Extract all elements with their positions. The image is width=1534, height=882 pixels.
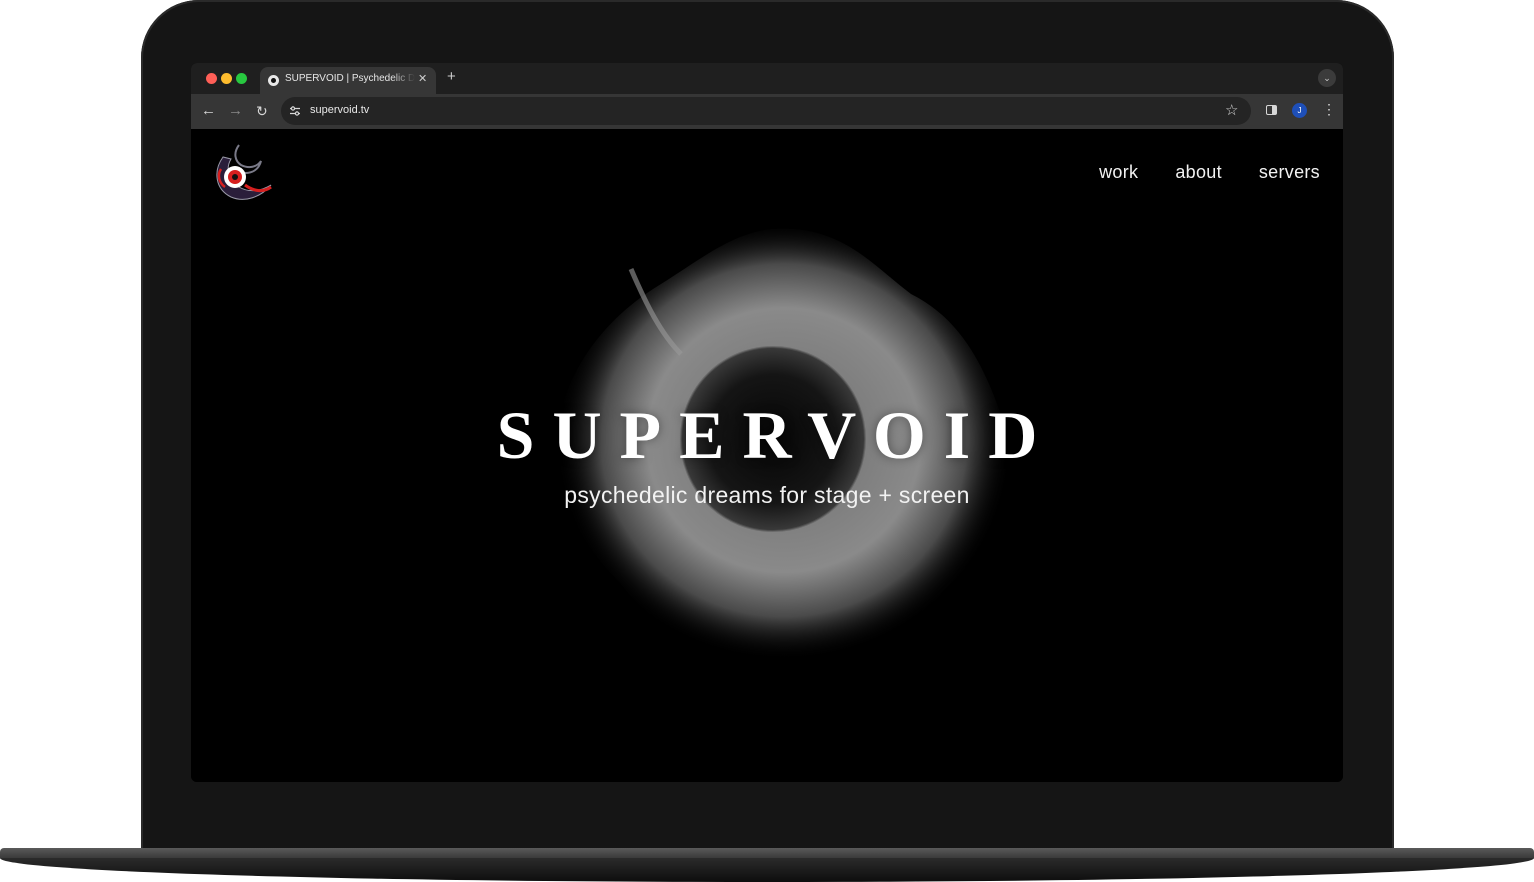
site-info-icon[interactable] bbox=[289, 105, 301, 117]
webpage: work about servers SUPERVOID psychedelic… bbox=[191, 129, 1343, 782]
nav-link-servers[interactable]: servers bbox=[1259, 162, 1320, 183]
minimize-window-button[interactable] bbox=[221, 73, 232, 84]
url-text[interactable]: supervoid.tv bbox=[310, 104, 369, 116]
nav-link-about[interactable]: about bbox=[1175, 162, 1222, 183]
browser-window: SUPERVOID | Psychedelic Dreams for Stage… bbox=[191, 63, 1343, 782]
close-tab-icon[interactable]: ✕ bbox=[418, 72, 427, 85]
forward-arrow-icon[interactable]: → bbox=[228, 102, 243, 120]
star-icon[interactable]: ☆ bbox=[1225, 101, 1238, 119]
new-tab-icon[interactable]: + bbox=[447, 69, 456, 84]
maximize-window-button[interactable] bbox=[236, 73, 247, 84]
tab-strip: SUPERVOID | Psychedelic Dreams for Stage… bbox=[191, 63, 1343, 94]
hero-tagline: psychedelic dreams for stage + screen bbox=[564, 482, 970, 508]
browser-toolbar: ← → ↻ supervoid.tv ☆ J ⋮ bbox=[191, 94, 1343, 129]
address-bar[interactable]: supervoid.tv ☆ bbox=[281, 97, 1251, 125]
active-tab[interactable]: SUPERVOID | Psychedelic Dreams for Stage… bbox=[260, 67, 436, 94]
back-arrow-icon[interactable]: ← bbox=[201, 102, 216, 120]
profile-avatar[interactable]: J bbox=[1292, 103, 1307, 118]
supervoid-logo[interactable] bbox=[209, 139, 279, 205]
hero-title: SUPERVOID bbox=[496, 397, 1056, 473]
close-window-button[interactable] bbox=[206, 73, 217, 84]
side-panel-icon[interactable] bbox=[1266, 105, 1277, 115]
site-favicon-icon bbox=[268, 75, 279, 86]
reload-icon[interactable]: ↻ bbox=[256, 102, 268, 120]
nav-link-work[interactable]: work bbox=[1099, 162, 1138, 183]
tab-search-chevron-icon[interactable]: ⌄ bbox=[1318, 69, 1336, 87]
supervoid-logo-icon bbox=[216, 144, 272, 200]
kebab-menu-icon[interactable]: ⋮ bbox=[1322, 102, 1336, 116]
main-nav: work about servers bbox=[1099, 162, 1320, 183]
tab-title: SUPERVOID | Psychedelic Dreams for Stage… bbox=[285, 73, 415, 84]
laptop-base bbox=[0, 848, 1534, 882]
